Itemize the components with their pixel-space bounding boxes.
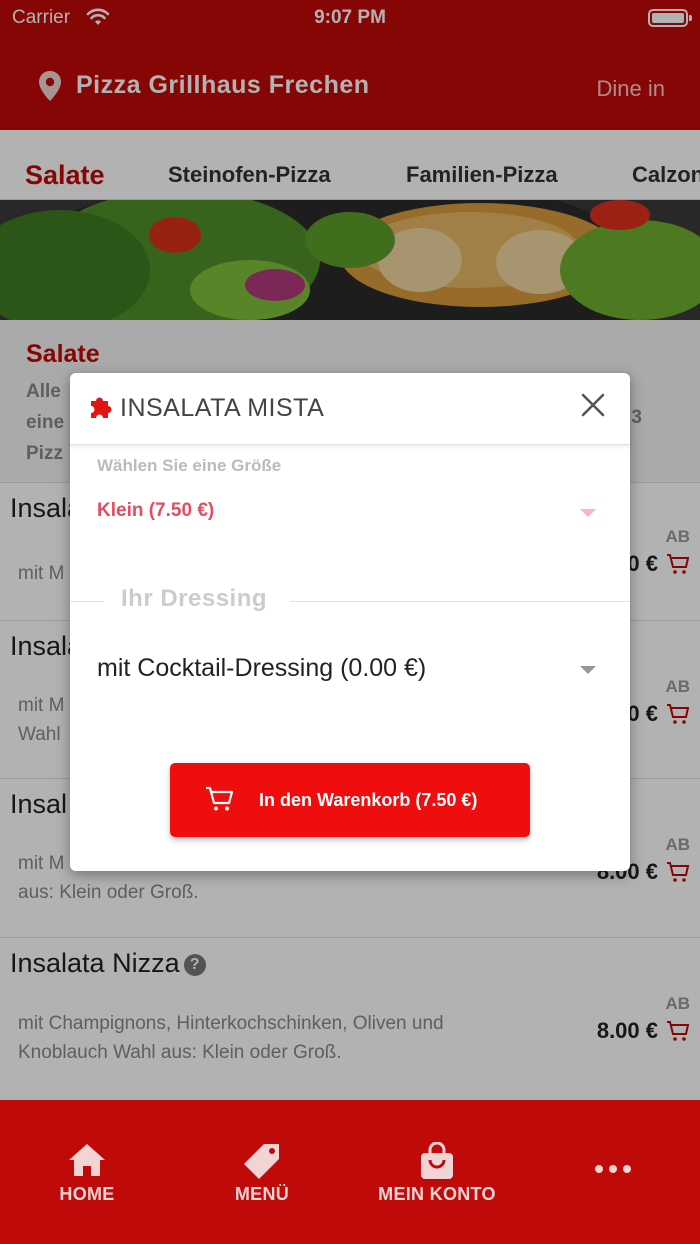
dressing-select[interactable]: mit Cocktail-Dressing (0.00 €): [97, 654, 426, 683]
cart-icon: [206, 786, 234, 811]
close-icon[interactable]: [576, 388, 610, 422]
chevron-down-icon[interactable]: [580, 509, 596, 517]
tag-icon: [244, 1144, 279, 1179]
dressing-section-title: Ihr Dressing: [121, 585, 268, 612]
nav-menu-label: MENÜ: [234, 1184, 290, 1204]
divider: [70, 601, 104, 602]
divider: [290, 601, 630, 602]
size-select[interactable]: Klein (7.50 €): [97, 500, 214, 522]
product-options-modal: INSALATA MISTA Wählen Sie eine Größe Kle…: [70, 373, 630, 871]
modal-title: INSALATA MISTA: [120, 394, 325, 422]
nav-home[interactable]: HOME: [22, 1100, 152, 1244]
add-to-cart-button[interactable]: In den Warenkorb (7.50 €): [170, 763, 530, 837]
home-icon: [69, 1144, 105, 1176]
nav-account[interactable]: MEIN KONTO: [357, 1100, 517, 1244]
add-to-cart-label: In den Warenkorb (7.50 €): [259, 790, 478, 810]
size-label: Wählen Sie eine Größe: [97, 456, 282, 475]
bottom-navigation: HOME MENÜ MEIN KONTO: [0, 1100, 700, 1244]
puzzle-icon: [91, 397, 112, 418]
chevron-down-icon[interactable]: [580, 666, 596, 674]
bag-icon: [421, 1142, 453, 1179]
more-icon: [595, 1165, 631, 1173]
nav-menu[interactable]: MENÜ: [197, 1100, 327, 1244]
nav-more[interactable]: [560, 1100, 666, 1244]
modal-header: INSALATA MISTA: [70, 373, 630, 445]
nav-account-label: MEIN KONTO: [378, 1184, 496, 1204]
nav-home-label: HOME: [59, 1184, 115, 1204]
